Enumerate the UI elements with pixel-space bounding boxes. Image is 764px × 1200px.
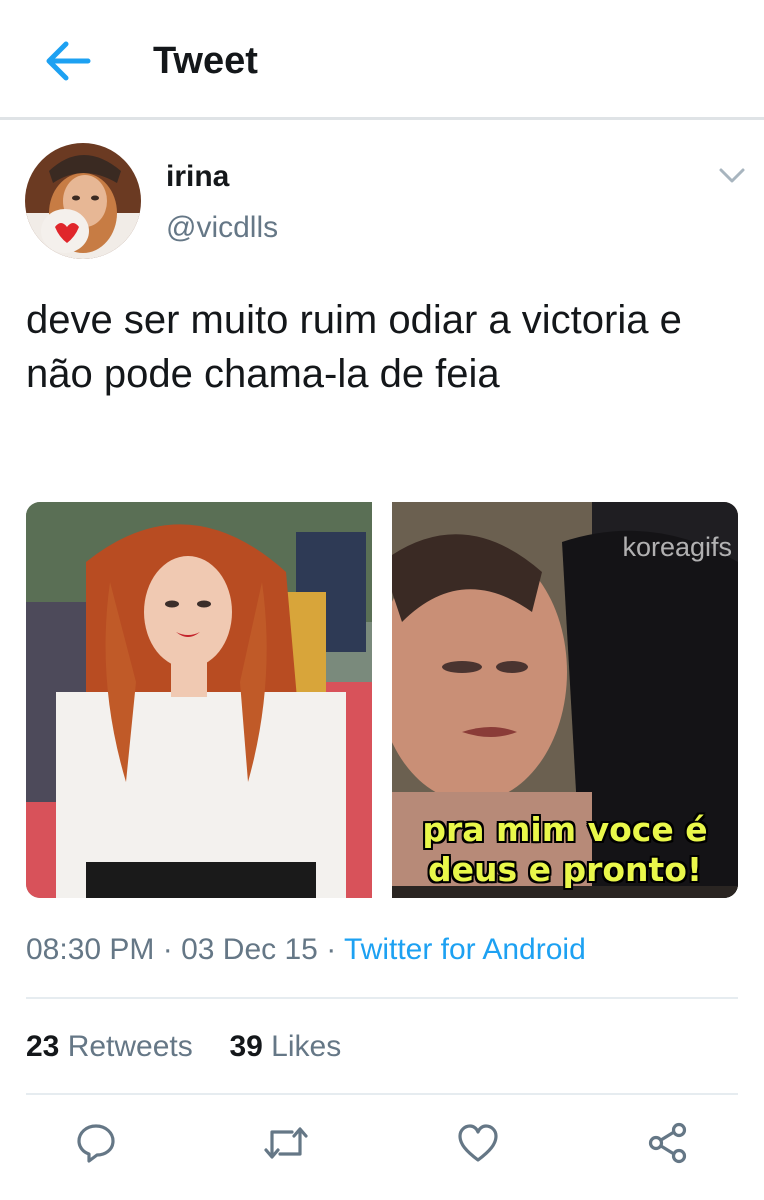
tweet-time: 08:30 PM — [26, 933, 155, 966]
display-name[interactable]: irina — [166, 160, 229, 194]
retweets-stat[interactable]: 23 Retweets — [26, 1030, 193, 1063]
avatar[interactable] — [25, 143, 141, 259]
action-bar — [0, 1118, 764, 1178]
meta-separator: · — [317, 933, 344, 966]
divider — [26, 997, 738, 999]
retweet-button[interactable] — [262, 1118, 310, 1168]
user-handle[interactable]: @vicdlls — [166, 211, 278, 245]
tweet-options-button[interactable] — [712, 158, 752, 194]
tweet-meta: 08:30 PM · 03 Dec 15 · Twitter for Andro… — [26, 933, 586, 967]
likes-stat[interactable]: 39 Likes — [229, 1030, 341, 1063]
like-button[interactable] — [454, 1118, 502, 1168]
retweets-label: Retweets — [59, 1030, 193, 1063]
back-arrow-icon — [46, 41, 91, 81]
reply-icon — [77, 1124, 115, 1163]
likes-count: 39 — [229, 1030, 263, 1063]
gif-meme[interactable]: koreagifs pra mim voce é deus e pronto! — [392, 502, 738, 898]
meta-separator: · — [154, 933, 182, 966]
back-button[interactable] — [40, 36, 96, 86]
divider — [26, 1093, 738, 1095]
top-bar: Tweet — [0, 0, 764, 120]
tweet-date: 03 Dec 15 — [181, 933, 318, 966]
gif-caption-line-2: deus e pronto! — [427, 850, 703, 889]
gif-caption-line-1: pra mim voce é — [422, 810, 708, 849]
retweet-icon — [264, 1127, 308, 1159]
chevron-down-icon — [719, 168, 745, 183]
likes-label: Likes — [262, 1030, 342, 1063]
retweets-count: 23 — [26, 1030, 60, 1063]
share-icon — [648, 1122, 687, 1164]
tweet-source-link[interactable]: Twitter for Android — [344, 933, 586, 966]
share-button[interactable] — [644, 1118, 692, 1168]
gif-watermark: koreagifs — [622, 532, 732, 562]
photo-red-carpet[interactable] — [26, 502, 372, 898]
reply-button[interactable] — [72, 1118, 120, 1168]
tweet-media: koreagifs pra mim voce é deus e pronto! — [26, 502, 738, 898]
like-icon — [458, 1124, 498, 1162]
page-title: Tweet — [153, 40, 258, 82]
tweet-text: deve ser muito ruim odiar a victoria e n… — [26, 298, 682, 396]
tweet-stats: 23 Retweets 39 Likes — [26, 1030, 341, 1064]
